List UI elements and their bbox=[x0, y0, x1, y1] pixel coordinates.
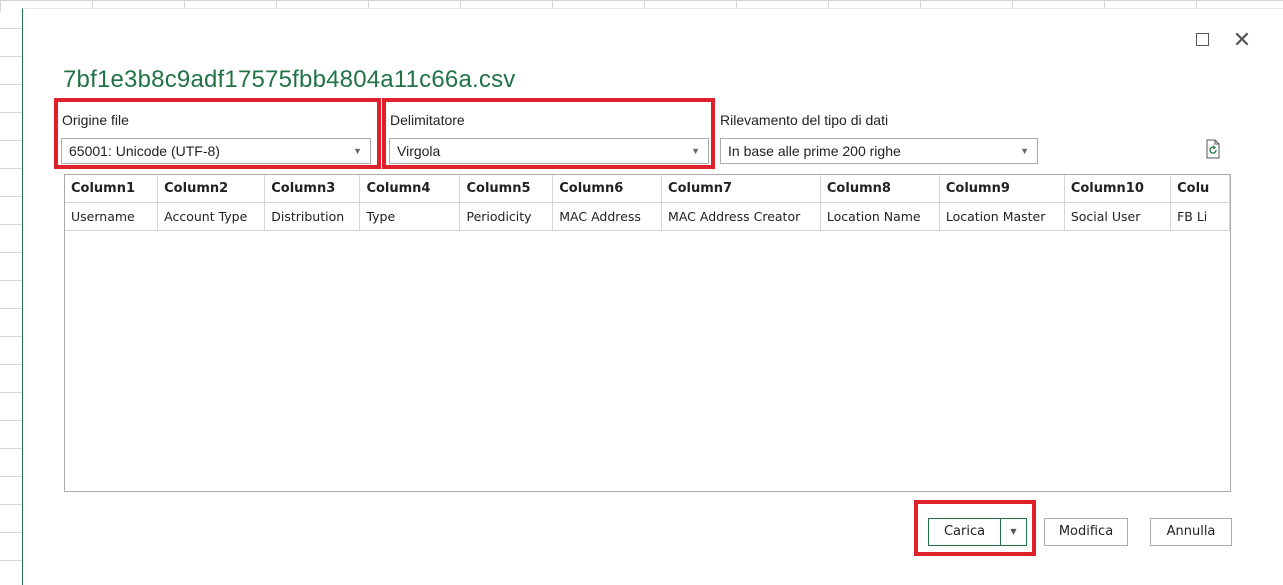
column-header[interactable]: Column4 bbox=[359, 175, 461, 203]
import-dialog: ✕ 7bf1e3b8c9adf17575fbb4804a11c66a.csv O… bbox=[22, 8, 1283, 585]
column-header[interactable]: Column9 bbox=[939, 175, 1065, 203]
file-origin-label: Origine file bbox=[62, 112, 129, 128]
data-preview-table: Column1 Column2 Column3 Column4 Column5 … bbox=[64, 174, 1231, 492]
column-header[interactable]: Column8 bbox=[820, 175, 940, 203]
table-cell: MAC Address bbox=[552, 202, 663, 231]
delimiter-value: Virgola bbox=[397, 143, 441, 159]
chevron-down-icon: ▼ bbox=[353, 146, 362, 156]
load-button[interactable]: Carica bbox=[928, 518, 1001, 546]
column-header[interactable]: Column2 bbox=[157, 175, 266, 203]
data-type-detection-label: Rilevamento del tipo di dati bbox=[720, 112, 889, 128]
file-name-title: 7bf1e3b8c9adf17575fbb4804a11c66a.csv bbox=[63, 66, 516, 93]
column-header[interactable]: Column3 bbox=[264, 175, 361, 203]
column-header[interactable]: Column5 bbox=[459, 175, 554, 203]
chevron-down-icon: ▼ bbox=[1020, 146, 1029, 156]
table-cell: Social User bbox=[1064, 202, 1172, 231]
close-icon[interactable]: ✕ bbox=[1231, 29, 1253, 51]
column-header[interactable]: Column1 bbox=[65, 175, 159, 203]
table-cell: Account Type bbox=[157, 202, 266, 231]
refresh-icon[interactable] bbox=[1205, 139, 1221, 159]
data-type-detection-value: In base alle prime 200 righe bbox=[728, 143, 901, 159]
column-header[interactable]: Column7 bbox=[661, 175, 821, 203]
column-header[interactable]: Colu bbox=[1170, 175, 1230, 203]
file-origin-value: 65001: Unicode (UTF-8) bbox=[69, 143, 220, 159]
edit-button[interactable]: Modifica bbox=[1044, 518, 1128, 546]
table-cell: MAC Address Creator bbox=[661, 202, 821, 231]
table-cell: Periodicity bbox=[459, 202, 554, 231]
chevron-down-icon: ▼ bbox=[691, 146, 700, 156]
load-dropdown-button[interactable]: ▼ bbox=[1000, 518, 1027, 546]
table-cell: Distribution bbox=[264, 202, 361, 231]
table-cell: Location Master bbox=[939, 202, 1065, 231]
data-type-detection-select[interactable]: In base alle prime 200 righe ▼ bbox=[720, 138, 1038, 164]
column-header[interactable]: Column10 bbox=[1064, 175, 1172, 203]
table-row: Username Account Type Distribution Type … bbox=[65, 202, 1230, 231]
maximize-icon[interactable] bbox=[1191, 29, 1213, 51]
file-origin-select[interactable]: 65001: Unicode (UTF-8) ▼ bbox=[61, 138, 371, 164]
column-header[interactable]: Column6 bbox=[552, 175, 663, 203]
table-cell: FB Li bbox=[1170, 202, 1230, 231]
chevron-down-icon: ▼ bbox=[1010, 527, 1017, 536]
delimiter-select[interactable]: Virgola ▼ bbox=[389, 138, 709, 164]
delimiter-label: Delimitatore bbox=[390, 112, 465, 128]
table-cell: Type bbox=[359, 202, 461, 231]
table-cell: Username bbox=[65, 202, 159, 231]
cancel-button[interactable]: Annulla bbox=[1150, 518, 1232, 546]
table-cell: Location Name bbox=[820, 202, 940, 231]
table-header-row: Column1 Column2 Column3 Column4 Column5 … bbox=[65, 175, 1230, 203]
